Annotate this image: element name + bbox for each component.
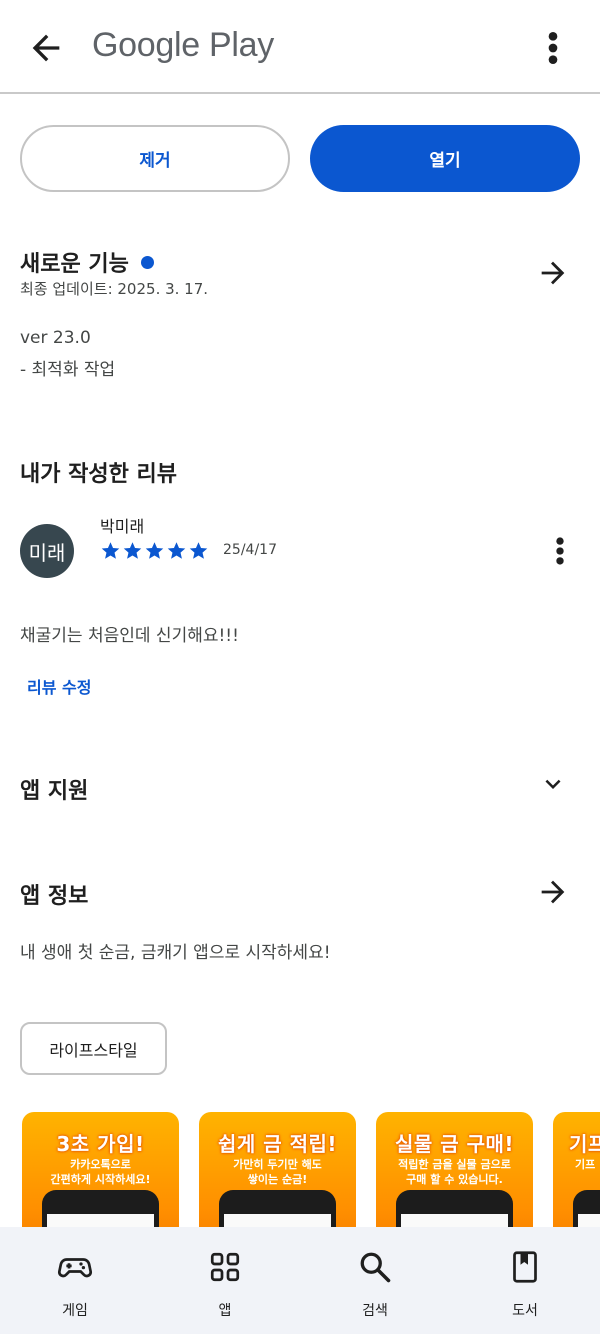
nav-item-games[interactable]: 게임: [0, 1227, 150, 1334]
screenshot-caption: 기프: [575, 1158, 596, 1171]
screenshot-caption: 적립한 금을 실물 금으로 구매 할 수 있습니다.: [398, 1158, 511, 1186]
nav-label-search: 검색: [362, 1303, 388, 1319]
phone-mockup: [573, 1190, 600, 1228]
screenshot-caption: 카카오톡으로 간편하게 시작하세요!: [50, 1158, 151, 1186]
star-icon: [145, 541, 164, 559]
back-arrow-icon[interactable]: [26, 28, 66, 68]
app-description: 내 생애 첫 순금, 금캐기 앱으로 시작하세요!: [20, 943, 331, 963]
whats-new-heading[interactable]: 새로운 기능: [20, 246, 154, 278]
screenshot-card[interactable]: 기프 기프: [553, 1112, 600, 1228]
app-info-heading[interactable]: 앱 정보: [20, 878, 88, 910]
search-icon: [360, 1252, 391, 1283]
phone-mockup: [42, 1190, 159, 1228]
star-rating: [100, 539, 210, 561]
nav-item-search[interactable]: 검색: [300, 1227, 450, 1334]
app-info-arrow-icon[interactable]: [536, 875, 570, 909]
my-review-heading: 내가 작성한 리뷰: [20, 462, 177, 487]
apps-grid-icon: [210, 1252, 240, 1282]
avatar: 미래: [20, 524, 74, 578]
more-options-icon[interactable]: [540, 28, 566, 68]
reviewer-name: 박미래: [100, 517, 145, 536]
release-notes: - 최적화 작업: [20, 360, 116, 380]
screenshot-caption: 가만히 두기만 해도 쌓이는 순금!: [233, 1158, 322, 1186]
app-support-heading[interactable]: 앱 지원: [20, 773, 88, 805]
last-updated: 최종 업데이트: 2025. 3. 17.: [20, 280, 209, 298]
review-date: 25/4/17: [223, 542, 277, 558]
screenshot-title: 실물 금 구매!: [394, 1132, 515, 1156]
edit-review-link[interactable]: 리뷰 수정: [27, 674, 91, 698]
screenshot-carousel[interactable]: 3초 가입! 카카오톡으로 간편하게 시작하세요! 쉽게 금 적립! 가만히 두…: [0, 1108, 600, 1228]
screenshot-card[interactable]: 실물 금 구매! 적립한 금을 실물 금으로 구매 할 수 있습니다.: [376, 1112, 533, 1228]
screenshot-card[interactable]: 3초 가입! 카카오톡으로 간편하게 시작하세요!: [22, 1112, 179, 1228]
top-app-bar: Google Play: [0, 0, 600, 94]
open-button[interactable]: 열기: [310, 125, 580, 192]
whats-new-arrow-icon[interactable]: [536, 256, 570, 290]
nav-item-books[interactable]: 도서: [450, 1227, 600, 1334]
star-icon: [123, 541, 142, 559]
nav-label-apps: 앱: [218, 1303, 232, 1319]
screenshot-title: 3초 가입!: [56, 1132, 145, 1156]
star-icon: [101, 541, 120, 559]
screenshot-card[interactable]: 쉽게 금 적립! 가만히 두기만 해도 쌓이는 순금!: [199, 1112, 356, 1228]
star-icon: [167, 541, 186, 559]
nav-label-games: 게임: [62, 1303, 88, 1319]
bottom-navigation: 게임 앱 검색 도서: [0, 1227, 600, 1334]
screenshot-title: 쉽게 금 적립!: [217, 1132, 338, 1156]
new-indicator-dot: [140, 255, 154, 269]
book-icon: [513, 1251, 537, 1283]
chevron-down-icon[interactable]: [538, 769, 568, 799]
star-icon: [189, 541, 208, 559]
uninstall-button[interactable]: 제거: [20, 125, 290, 192]
nav-label-books: 도서: [512, 1303, 538, 1319]
version-text: ver 23.0: [20, 328, 91, 348]
review-text: 채굴기는 처음인데 신기해요!!!: [20, 626, 239, 646]
app-title: Google Play: [92, 26, 274, 64]
category-chip[interactable]: 라이프스타일: [20, 1022, 167, 1075]
nav-item-apps[interactable]: 앱: [150, 1227, 300, 1334]
whats-new-title: 새로운 기능: [20, 252, 129, 277]
phone-mockup: [396, 1190, 513, 1228]
review-more-options-icon[interactable]: [548, 534, 572, 568]
gamepad-icon: [58, 1258, 92, 1278]
phone-mockup: [219, 1190, 336, 1228]
screenshot-title: 기프: [569, 1132, 600, 1156]
